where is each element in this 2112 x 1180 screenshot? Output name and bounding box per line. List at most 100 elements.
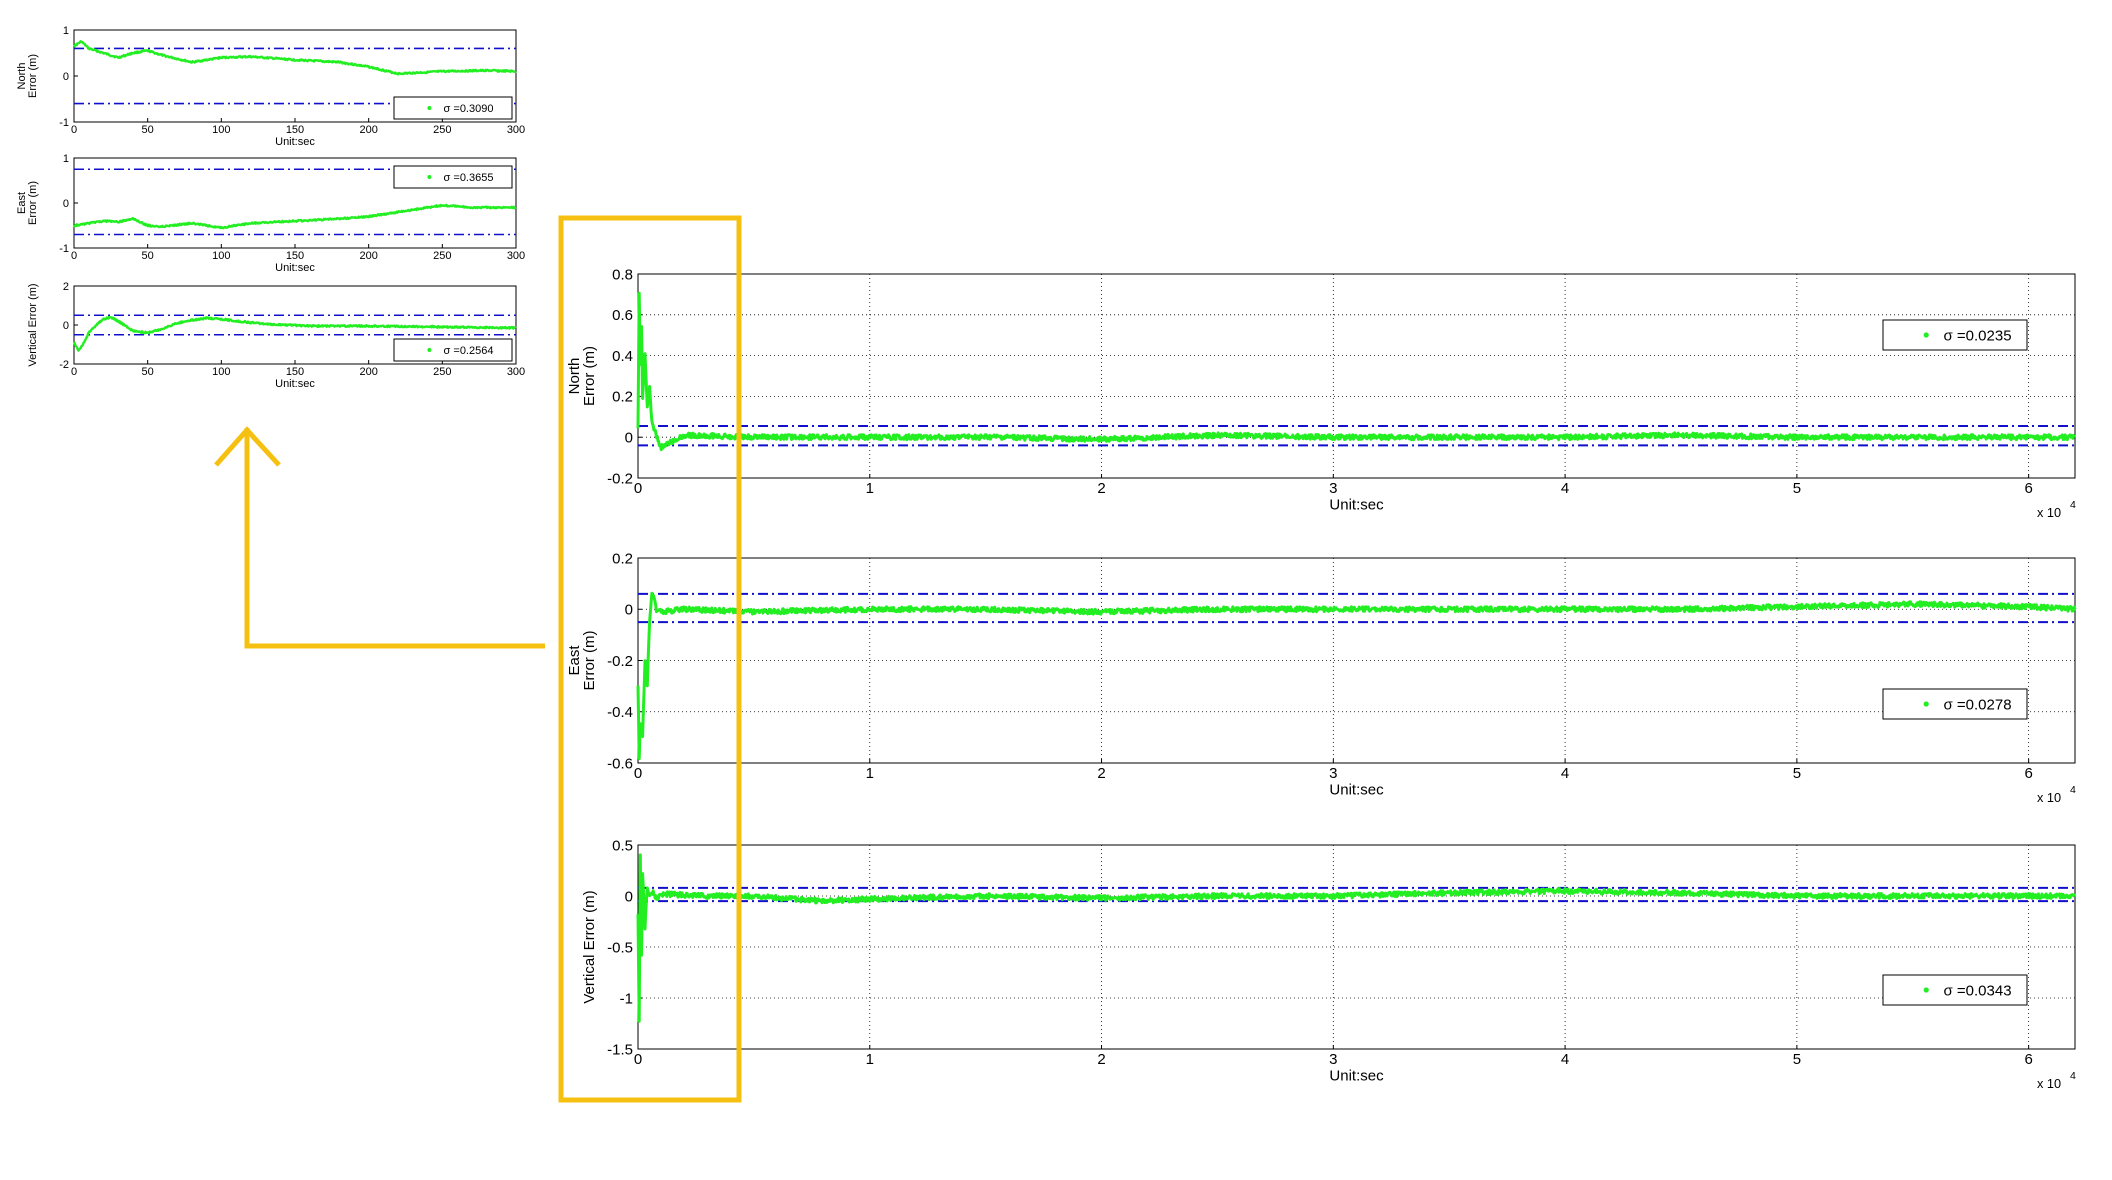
- plot-area: [637, 844, 2076, 1050]
- x-tick-label: 0: [71, 366, 77, 378]
- x-tick-label: 4: [1561, 480, 1569, 497]
- x-tick-label: 250: [433, 124, 451, 136]
- y-axis-label: Error (m): [581, 631, 598, 691]
- x-tick-label: 150: [286, 124, 304, 136]
- x-tick-label: 100: [212, 124, 230, 136]
- x-scale-exponent: 4: [2070, 1070, 2076, 1082]
- x-tick-label: 3: [1329, 480, 1337, 497]
- legend-marker: [1923, 987, 1929, 993]
- x-tick-label: 250: [433, 250, 451, 262]
- y-axis-label: Vertical Error (m): [27, 283, 39, 366]
- x-tick-label: 6: [2024, 765, 2032, 782]
- y-tick-label: 0.5: [612, 837, 633, 854]
- y-tick-label: 0: [63, 71, 69, 83]
- x-tick-label: 4: [1561, 765, 1569, 782]
- x-axis-label: Unit:sec: [275, 262, 315, 274]
- x-scale-label: x 10: [2037, 790, 2061, 805]
- x-tick-label: 0: [634, 480, 642, 497]
- figure-canvas: 0 50 100 150 200 250 300-101Unit:secNorth Error…: [16, 25, 2077, 1103]
- x-scale-label: x 10: [2037, 1076, 2061, 1091]
- legend-marker: [427, 175, 432, 179]
- x-axis-label: Unit:sec: [275, 378, 315, 390]
- x-tick-label: 200: [359, 366, 377, 378]
- large-north-chart: 0 1 2 3 4 5 6-0.200.20.40.60.8Unit:sec x 10 4Nor…: [566, 266, 2077, 520]
- legend-marker: [1923, 701, 1929, 707]
- large-vertical-chart: 0 1 2 3 4 5 6 -1.5 -1 -0.5 0 0.5 Unit:sec x 10 4 Vertic…: [581, 837, 2077, 1091]
- y-tick-label: -0.2: [607, 653, 633, 670]
- x-tick-label: 6: [2024, 480, 2032, 497]
- y-tick-label: -1: [59, 243, 69, 255]
- x-tick-label: 6: [2024, 1051, 2032, 1068]
- y-tick-label: 0.8: [612, 266, 633, 283]
- x-tick-label: 2: [1097, 480, 1105, 497]
- x-tick-label: 50: [142, 124, 154, 136]
- y-tick-label: 0.2: [612, 550, 633, 567]
- y-tick-label: 1: [63, 153, 69, 165]
- y-tick-label: 0: [63, 198, 69, 210]
- x-tick-label: 250: [433, 366, 451, 378]
- x-tick-label: 50: [142, 250, 154, 262]
- x-tick-label: 3: [1329, 765, 1337, 782]
- x-tick-label: 0: [634, 765, 642, 782]
- x-scale-exponent: 4: [2070, 499, 2076, 511]
- x-tick-label: 2: [1097, 1051, 1105, 1068]
- legend-label: σ =0.0278: [1943, 696, 2011, 713]
- x-scale-label: x 10: [2037, 505, 2061, 520]
- y-tick-label: 0: [63, 320, 69, 332]
- legend: σ =0.0278: [1882, 688, 2028, 720]
- x-tick-label: 200: [359, 124, 377, 136]
- y-tick-label: -2: [59, 359, 69, 371]
- y-tick-label: 1: [63, 25, 69, 37]
- x-tick-label: 100: [212, 250, 230, 262]
- y-tick-label: 2: [63, 281, 69, 293]
- x-tick-label: 300: [507, 366, 525, 378]
- connector-line: [244, 428, 545, 649]
- charts-layer: 0 50 100 150 200 250 300-101Unit:secNorth Error…: [16, 25, 2077, 1091]
- x-tick-label: 0: [634, 1051, 642, 1068]
- x-axis-label: Unit:sec: [1329, 497, 1384, 514]
- y-tick-label: 0.2: [612, 389, 633, 406]
- x-tick-label: 0: [71, 250, 77, 262]
- legend: σ =0.0343: [1882, 974, 2028, 1006]
- y-tick-label: 0.6: [612, 307, 633, 324]
- y-tick-label: -0.2: [607, 470, 633, 487]
- legend-label: σ =0.2564: [444, 345, 494, 357]
- y-tick-label: 0: [625, 429, 633, 446]
- x-tick-label: 1: [866, 480, 874, 497]
- x-tick-label: 5: [1793, 480, 1801, 497]
- x-tick-label: 3: [1329, 1051, 1337, 1068]
- x-axis-label: Unit:sec: [275, 136, 315, 148]
- legend-marker: [427, 348, 432, 352]
- legend-marker: [1923, 332, 1929, 338]
- x-tick-label: 4: [1561, 1051, 1569, 1068]
- x-tick-label: 50: [142, 366, 154, 378]
- legend: σ =0.3090: [393, 96, 513, 120]
- large-east-chart: 0 1 2 3 4 5 6-0.6-0.4-0.200.2Unit:sec x 10 4East…: [566, 550, 2077, 805]
- legend-label: σ =0.3090: [444, 103, 494, 115]
- y-tick-label: -0.6: [607, 755, 633, 772]
- y-axis-label: Vertical Error (m): [581, 890, 598, 1003]
- x-tick-label: 200: [359, 250, 377, 262]
- y-tick-label: -0.5: [607, 939, 633, 956]
- legend-label: σ =0.3655: [444, 172, 494, 184]
- y-tick-label: 0: [625, 888, 633, 905]
- small-north-chart: 0 50 100 150 200 250 300-101Unit:secNorth Error…: [16, 25, 525, 148]
- legend: σ =0.2564: [393, 338, 513, 362]
- small-vertical-chart: 0 50 100 150 200 250 300-202Unit:secVertical E…: [27, 281, 525, 390]
- y-tick-label: -1: [620, 990, 633, 1007]
- x-tick-label: 300: [507, 124, 525, 136]
- x-tick-label: 5: [1793, 1051, 1801, 1068]
- y-tick-label: -0.4: [607, 704, 633, 721]
- x-scale-exponent: 4: [2070, 784, 2076, 796]
- y-tick-label: 0: [625, 602, 633, 619]
- x-tick-label: 0: [71, 124, 77, 136]
- x-tick-label: 2: [1097, 765, 1105, 782]
- y-axis-label: Error (m): [27, 181, 39, 225]
- legend: σ =0.0235: [1882, 319, 2028, 351]
- x-tick-label: 150: [286, 366, 304, 378]
- plot-area: [637, 557, 2076, 764]
- legend-label: σ =0.0235: [1943, 327, 2011, 344]
- legend-label: σ =0.0343: [1943, 982, 2011, 999]
- x-tick-label: 5: [1793, 765, 1801, 782]
- x-tick-label: 100: [212, 366, 230, 378]
